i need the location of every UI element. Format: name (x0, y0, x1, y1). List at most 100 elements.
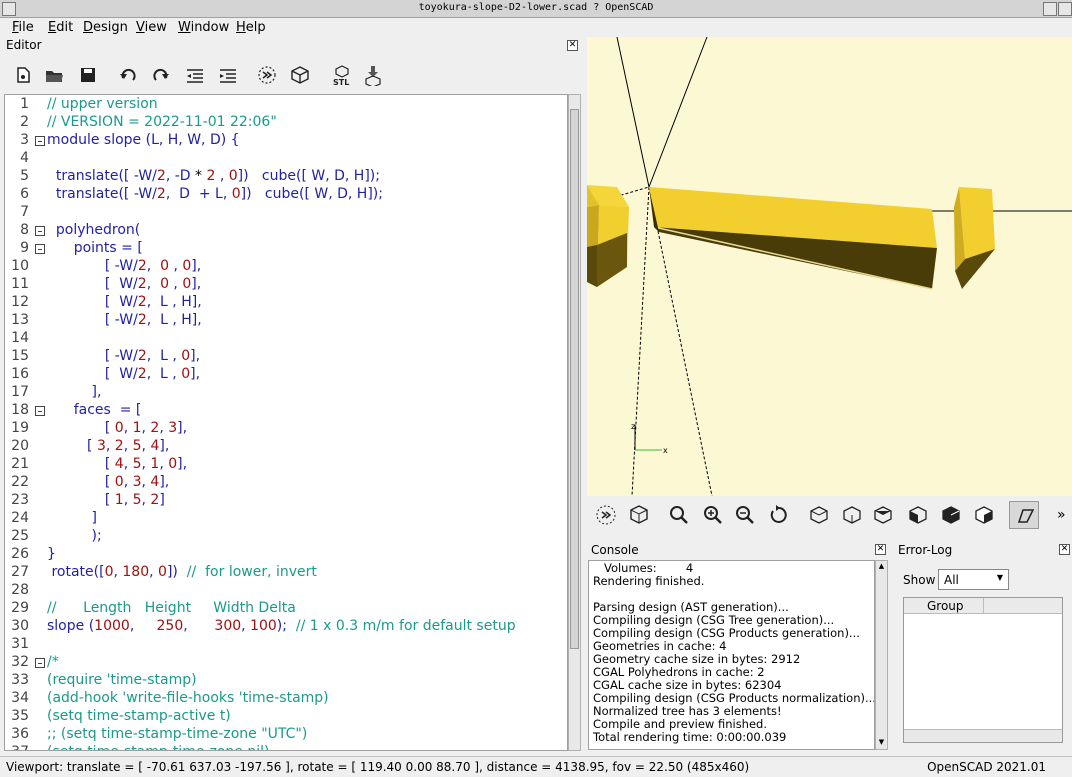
view-all-icon[interactable] (667, 503, 691, 527)
code-line[interactable]: 30 slope (1000, 250, 300, 100); // 1 x 0.… (5, 618, 567, 636)
code-text: polyhedron( (47, 222, 141, 238)
menu-design[interactable]: Design (83, 20, 128, 35)
fold-toggle-icon[interactable] (35, 406, 45, 416)
code-line[interactable]: 5 translate([ -W/2, -D * 2 , 0]) cube([ … (5, 168, 567, 186)
line-number: 37 (5, 744, 29, 750)
line-number: 34 (11, 690, 29, 706)
errlog-table[interactable]: Group (903, 597, 1063, 743)
code-line[interactable]: 26} (5, 546, 567, 564)
scroll-down-icon[interactable]: ▼ (877, 738, 886, 748)
line-number: 11 (11, 276, 29, 292)
code-line[interactable]: 33 (require 'time-stamp) (5, 672, 567, 690)
indent-icon[interactable] (217, 64, 239, 86)
errlog-close-icon[interactable]: ✕ (1059, 544, 1070, 555)
code-line[interactable]: 14 (5, 330, 567, 348)
code-line[interactable]: 10 [ -W/2, 0 , 0], (5, 258, 567, 276)
code-line[interactable]: 35 (setq time-stamp-active t) (5, 708, 567, 726)
code-line[interactable]: 34 (add-hook 'write-file-hooks 'time-stam… (5, 690, 567, 708)
code-text: (setq time-stamp-active t) (47, 708, 231, 724)
code-line[interactable]: 13 [ -W/2, L , H], (5, 312, 567, 330)
menu-edit[interactable]: Edit (48, 20, 73, 35)
render-icon[interactable] (627, 503, 651, 527)
code-line[interactable]: 7 (5, 204, 567, 222)
code-line[interactable]: 6 translate([ -W/2, D + L, 0]) cube([ W,… (5, 186, 567, 204)
fold-toggle-icon[interactable] (35, 226, 45, 236)
code-line[interactable]: 2 // VERSION = 2022-11-01 22:06" (5, 114, 567, 132)
code-line[interactable]: 31 (5, 636, 567, 654)
line-number: 12 (11, 294, 29, 310)
preview-icon[interactable] (256, 64, 278, 86)
view-front-icon[interactable] (939, 503, 963, 527)
code-editor[interactable]: 1 // upper version 2 // VERSION = 2022-11-0… (4, 94, 568, 751)
code-line[interactable]: 1 // upper version (5, 96, 567, 114)
3d-viewport[interactable]: z x (587, 37, 1072, 496)
editor-scroll-thumb[interactable] (570, 109, 579, 649)
svg-text:z: z (631, 422, 635, 431)
code-line[interactable]: 15 [ -W/2, L , 0], (5, 348, 567, 366)
send-to-printer-icon[interactable] (362, 64, 384, 88)
view-back-icon[interactable] (972, 503, 996, 527)
code-line[interactable]: 3 module slope (L, H, W, D) { (5, 132, 567, 150)
code-line[interactable]: 36 ;; (setq time-stamp-time-zone "UTC") (5, 726, 567, 744)
code-line[interactable]: 24 ] (5, 510, 567, 528)
unindent-icon[interactable] (184, 64, 206, 86)
menu-view[interactable]: View (136, 20, 167, 35)
maximize-button[interactable] (1058, 2, 1072, 16)
errlog-hscrollbar[interactable] (904, 729, 1062, 742)
more-tools-icon[interactable]: » (1057, 507, 1066, 523)
menu-help[interactable]: Help (236, 20, 266, 35)
view-right-icon[interactable] (807, 503, 831, 527)
line-number: 22 (11, 474, 29, 490)
code-line[interactable]: 37 (setq time-stamp-time-zone nil) (5, 744, 567, 750)
line-number: 33 (11, 672, 29, 688)
code-text: ); (47, 528, 102, 544)
export-stl-icon[interactable]: STL (331, 64, 353, 87)
render-icon[interactable] (289, 64, 311, 86)
code-line[interactable]: 12 [ W/2, L , H], (5, 294, 567, 312)
code-line[interactable]: 19 [ 0, 1, 2, 3], (5, 420, 567, 438)
code-line[interactable]: 17 ], (5, 384, 567, 402)
code-text: [ 4, 5, 1, 0], (47, 456, 188, 472)
code-line[interactable]: 32 /* (5, 654, 567, 672)
code-line[interactable]: 28 (5, 582, 567, 600)
code-line[interactable]: 8 polyhedron( (5, 222, 567, 240)
errlog-column-header[interactable]: Group (904, 598, 984, 614)
editor-close-icon[interactable]: ✕ (567, 40, 578, 51)
code-line[interactable]: 9 points = [ (5, 240, 567, 258)
zoom-in-icon[interactable] (701, 503, 725, 527)
editor-scrollbar[interactable] (568, 94, 581, 751)
code-line[interactable]: 4 (5, 150, 567, 168)
minimize-button[interactable] (1043, 2, 1057, 16)
view-top-icon[interactable] (840, 503, 864, 527)
code-line[interactable]: 22 [ 0, 3, 4], (5, 474, 567, 492)
new-file-icon[interactable] (12, 64, 34, 86)
reset-view-icon[interactable] (767, 503, 791, 527)
code-line[interactable]: 21 [ 4, 5, 1, 0], (5, 456, 567, 474)
console-close-icon[interactable]: ✕ (875, 544, 886, 555)
show-filter-select[interactable]: All ▼ (938, 569, 1009, 590)
open-file-icon[interactable] (43, 64, 65, 86)
code-line[interactable]: 23 [ 1, 5, 2] (5, 492, 567, 510)
code-line[interactable]: 29 // Length Height Width Delta (5, 600, 567, 618)
view-left-icon[interactable] (906, 503, 930, 527)
menu-file[interactable]: File (12, 20, 34, 35)
fold-toggle-icon[interactable] (35, 658, 45, 668)
fold-toggle-icon[interactable] (35, 136, 45, 146)
code-line[interactable]: 18 faces = [ (5, 402, 567, 420)
menu-window[interactable]: Window (178, 20, 229, 35)
fold-toggle-icon[interactable] (35, 244, 45, 254)
scroll-up-icon[interactable]: ▲ (877, 562, 886, 572)
code-line[interactable]: 20 [ 3, 2, 5, 4], (5, 438, 567, 456)
undo-icon[interactable] (117, 64, 139, 86)
zoom-out-icon[interactable] (733, 503, 757, 527)
perspective-toggle-icon[interactable] (1009, 501, 1039, 529)
console-scrollbar[interactable]: ▲ ▼ (875, 560, 888, 750)
preview-icon[interactable] (594, 503, 618, 527)
view-bottom-icon[interactable] (871, 503, 895, 527)
code-line[interactable]: 25 ); (5, 528, 567, 546)
save-icon[interactable] (77, 64, 99, 86)
code-line[interactable]: 27 rotate([0, 180, 0]) // for lower, inv… (5, 564, 567, 582)
code-line[interactable]: 16 [ W/2, L , 0], (5, 366, 567, 384)
redo-icon[interactable] (150, 64, 172, 86)
code-line[interactable]: 11 [ W/2, 0 , 0], (5, 276, 567, 294)
